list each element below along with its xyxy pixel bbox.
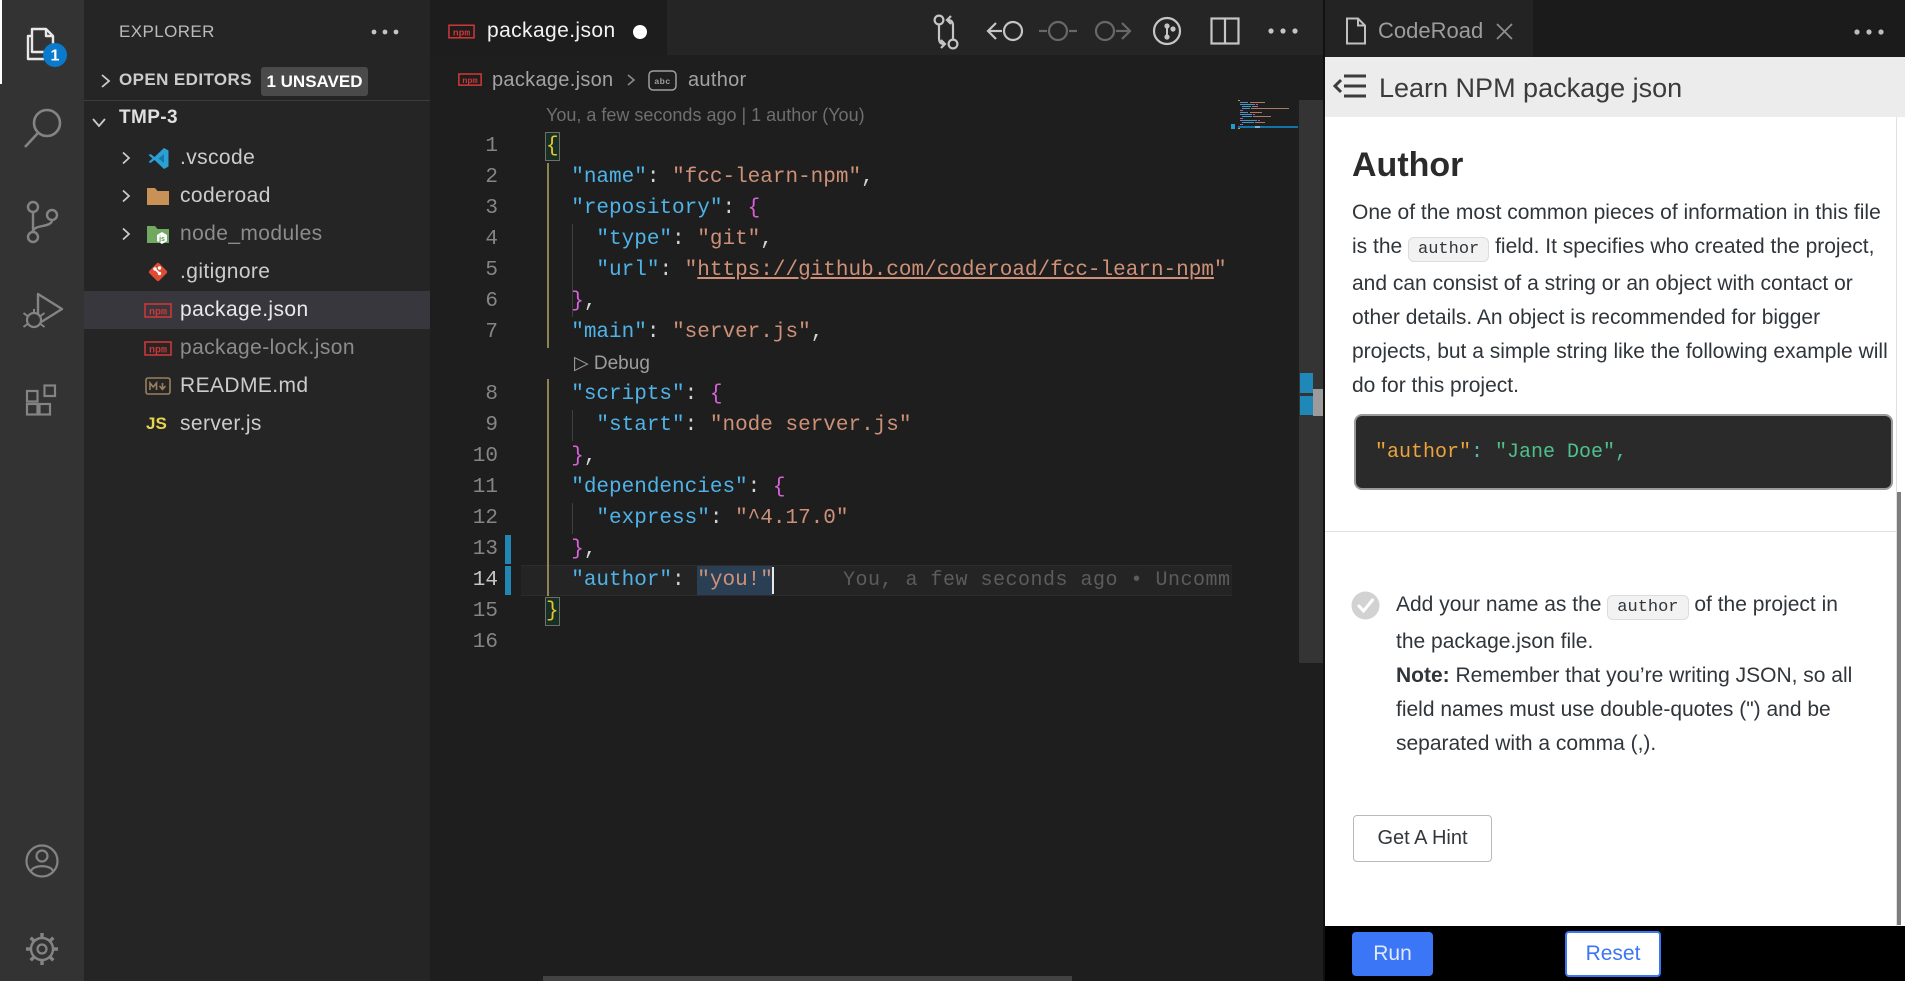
svg-text:abc: abc	[654, 76, 670, 86]
svg-text:npm: npm	[462, 76, 477, 86]
svg-text:js: js	[158, 236, 165, 243]
svg-text:npm: npm	[453, 27, 471, 38]
svg-text:npm: npm	[149, 346, 167, 357]
svg-text:npm: npm	[149, 308, 167, 319]
svg-text:1: 1	[51, 48, 60, 65]
